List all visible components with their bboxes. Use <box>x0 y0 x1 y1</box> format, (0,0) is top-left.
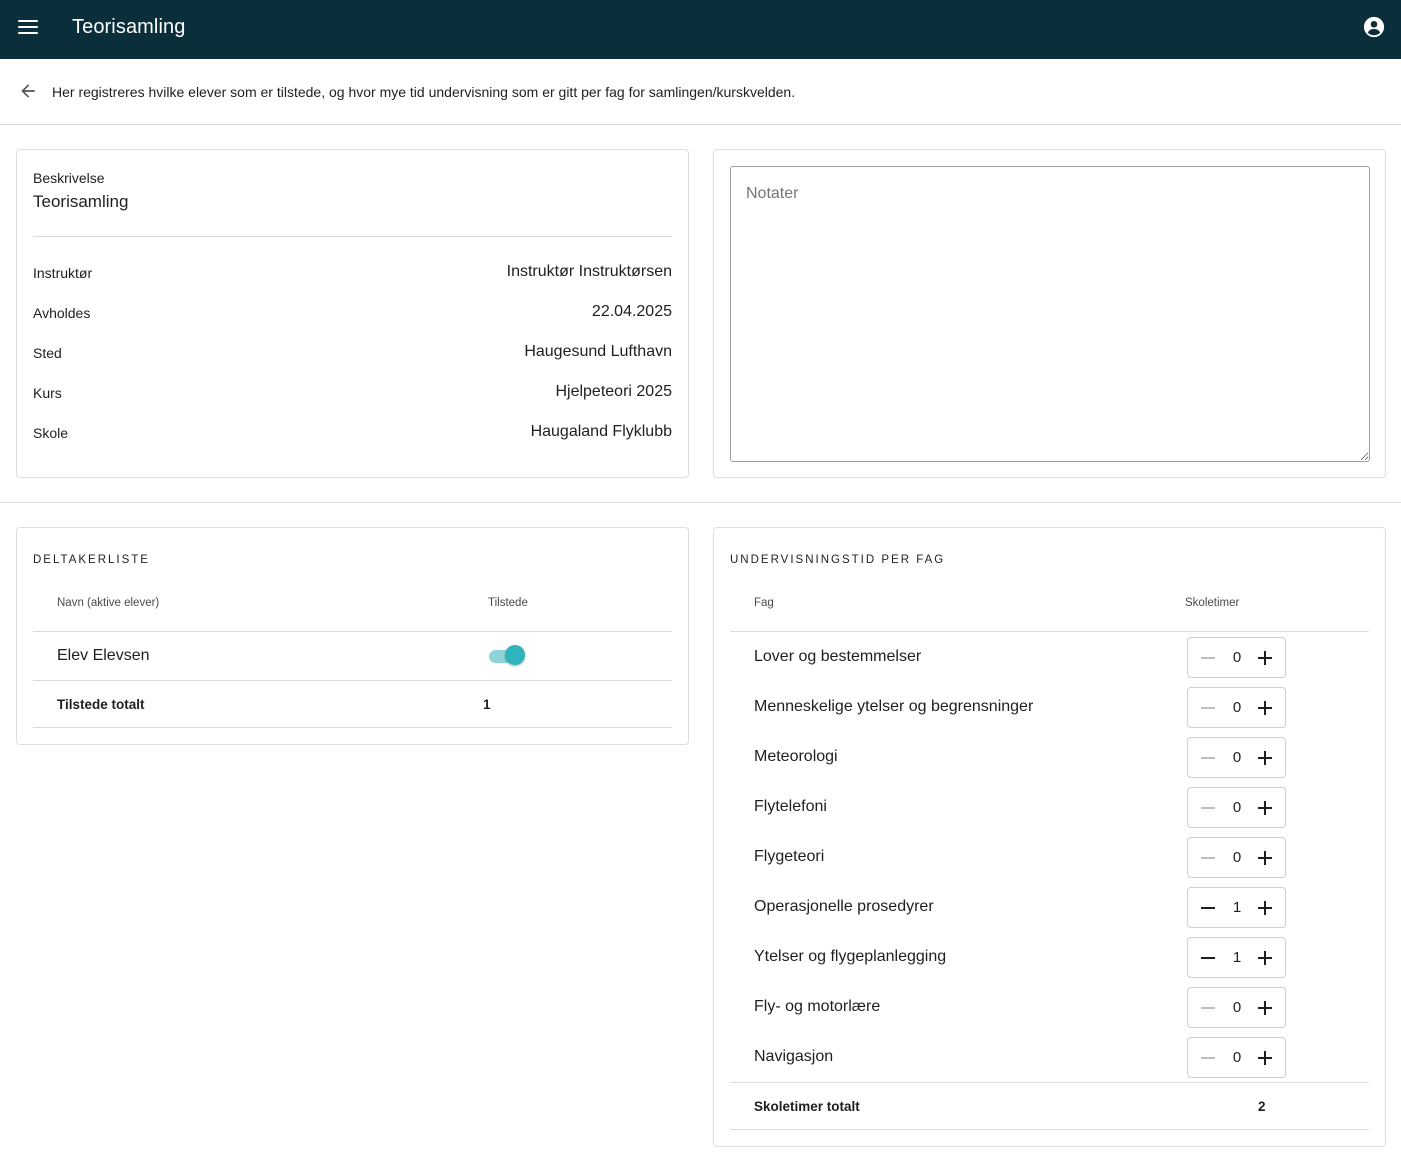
present-toggle[interactable] <box>489 645 527 667</box>
decrement-button[interactable] <box>1197 747 1219 769</box>
hours-value: 0 <box>1232 999 1242 1016</box>
info-label: Avholdes <box>33 305 91 321</box>
participant-name: Elev Elevsen <box>57 647 150 664</box>
app-title: Teorisamling <box>72 16 186 38</box>
info-row-school: Skole Haugaland Flyklubb <box>33 422 672 446</box>
table-divider <box>33 727 672 728</box>
info-value: Instruktør Instruktørsen <box>506 263 672 280</box>
hours-stepper: 0 <box>1187 687 1286 728</box>
subjects-card: UNDERVISNINGSTID PER FAG Fag Skoletimer … <box>713 527 1386 1147</box>
notes-textarea[interactable] <box>730 166 1370 462</box>
column-header-subject: Fag <box>754 597 774 609</box>
account-circle-icon[interactable] <box>1363 16 1385 38</box>
hours-value: 0 <box>1232 849 1242 866</box>
hours-stepper: 0 <box>1187 787 1286 828</box>
hours-total-label: Skoletimer totalt <box>754 1099 860 1114</box>
increment-button[interactable] <box>1254 997 1276 1019</box>
subject-name: Navigasjon <box>754 1048 834 1065</box>
info-label: Kurs <box>33 385 62 401</box>
info-row-location: Sted Haugesund Lufthavn <box>33 342 672 366</box>
hours-value: 1 <box>1232 949 1242 966</box>
app-bar: Teorisamling <box>0 0 1401 59</box>
menu-icon[interactable] <box>18 18 38 36</box>
info-row-course: Kurs Hjelpeteori 2025 <box>33 382 672 406</box>
present-total-label: Tilstede totalt <box>57 697 145 712</box>
hours-total-value: 2 <box>1258 1099 1266 1114</box>
hours-stepper: 0 <box>1187 837 1286 878</box>
column-header-present: Tilstede <box>488 597 528 609</box>
decrement-button[interactable] <box>1197 797 1219 819</box>
increment-button[interactable] <box>1254 797 1276 819</box>
increment-button[interactable] <box>1254 697 1276 719</box>
subject-name: Ytelser og flygeplanlegging <box>754 948 947 965</box>
description-label: Beskrivelse <box>33 170 105 186</box>
description-value: Teorisamling <box>33 192 129 211</box>
table-divider <box>730 1129 1369 1130</box>
increment-button[interactable] <box>1254 847 1276 869</box>
info-text: Her registreres hvilke elever som er til… <box>52 84 796 100</box>
hours-stepper: 0 <box>1187 737 1286 778</box>
subject-name: Operasjonelle prosedyrer <box>754 898 934 915</box>
increment-button[interactable] <box>1254 897 1276 919</box>
increment-button[interactable] <box>1254 747 1276 769</box>
decrement-button[interactable] <box>1197 997 1219 1019</box>
table-divider <box>33 631 672 632</box>
subject-name: Menneskelige ytelser og begrensninger <box>754 698 1034 715</box>
increment-button[interactable] <box>1254 647 1276 669</box>
hours-stepper: 0 <box>1187 987 1286 1028</box>
hours-stepper: 1 <box>1187 887 1286 928</box>
section-divider <box>0 502 1401 503</box>
participants-title: DELTAKERLISTE <box>33 554 150 566</box>
column-header-name: Navn (aktive elever) <box>57 597 160 609</box>
info-value: Haugaland Flyklubb <box>530 423 672 440</box>
decrement-button[interactable] <box>1197 647 1219 669</box>
hours-value: 0 <box>1232 699 1242 716</box>
info-value: Hjelpeteori 2025 <box>555 383 672 400</box>
table-divider <box>730 1082 1369 1083</box>
notes-card <box>713 149 1386 478</box>
info-value: Haugesund Lufthavn <box>524 343 672 360</box>
table-divider <box>33 680 672 681</box>
decrement-button[interactable] <box>1197 1047 1219 1069</box>
hours-value: 0 <box>1232 799 1242 816</box>
info-label: Sted <box>33 345 62 361</box>
column-header-hours: Skoletimer <box>1185 597 1240 609</box>
hours-value: 0 <box>1232 649 1242 666</box>
info-label: Skole <box>33 425 69 441</box>
hours-stepper: 0 <box>1187 1037 1286 1078</box>
toggle-thumb <box>505 645 525 665</box>
decrement-button[interactable] <box>1197 947 1219 969</box>
subject-name: Flytelefoni <box>754 798 827 815</box>
info-value: 22.04.2025 <box>591 303 672 320</box>
subject-name: Flygeteori <box>754 848 825 865</box>
subjects-title: UNDERVISNINGSTID PER FAG <box>730 554 946 566</box>
increment-button[interactable] <box>1254 947 1276 969</box>
decrement-button[interactable] <box>1197 847 1219 869</box>
subject-name: Meteorologi <box>754 748 838 765</box>
hours-value: 0 <box>1232 1049 1242 1066</box>
info-label: Instruktør <box>33 265 93 281</box>
present-total-value: 1 <box>483 697 491 712</box>
table-divider <box>730 631 1369 632</box>
subject-name: Fly- og motorlære <box>754 998 881 1015</box>
hours-stepper: 1 <box>1187 937 1286 978</box>
description-card: Beskrivelse Teorisamling Instruktør Inst… <box>16 149 689 478</box>
hours-value: 1 <box>1232 899 1242 916</box>
participants-card: DELTAKERLISTE Navn (aktive elever) Tilst… <box>16 527 689 745</box>
increment-button[interactable] <box>1254 1047 1276 1069</box>
subject-name: Lover og bestemmelser <box>754 648 922 665</box>
divider <box>33 236 672 237</box>
hours-stepper: 0 <box>1187 637 1286 678</box>
info-row-date: Avholdes 22.04.2025 <box>33 302 672 326</box>
decrement-button[interactable] <box>1197 897 1219 919</box>
decrement-button[interactable] <box>1197 697 1219 719</box>
hours-value: 0 <box>1232 749 1242 766</box>
arrow-back-icon[interactable] <box>18 81 38 101</box>
info-header: Her registreres hvilke elever som er til… <box>0 59 1401 125</box>
info-row-instructor: Instruktør Instruktør Instruktørsen <box>33 262 672 286</box>
